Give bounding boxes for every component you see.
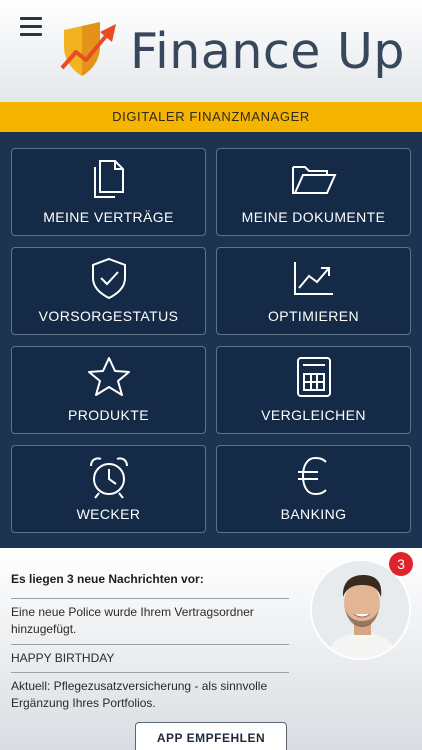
euro-icon <box>297 456 327 496</box>
tile-banking[interactable]: BANKING <box>216 445 411 533</box>
tile-label: OPTIMIEREN <box>267 308 360 324</box>
tile-produkte[interactable]: PRODUKTE <box>11 346 206 434</box>
news-item[interactable]: HAPPY BIRTHDAY <box>11 644 289 667</box>
notification-badge: 3 <box>389 552 413 576</box>
tile-wecker[interactable]: WECKER <box>11 445 206 533</box>
folder-icon <box>291 166 337 194</box>
app-title: Finance Up <box>130 23 406 80</box>
tile-vorsorgestatus[interactable]: VORSORGESTATUS <box>11 247 206 335</box>
tile-meine-dokumente[interactable]: MEINE DOKUMENTE <box>216 148 411 236</box>
alarm-clock-icon <box>89 457 128 499</box>
recommend-app-button[interactable]: APP EMPFEHLEN <box>135 722 287 750</box>
star-icon <box>87 357 130 396</box>
news-item[interactable]: Aktuell: Pflegezusatzversicherung - als … <box>11 672 289 712</box>
tile-label: BANKING <box>280 506 347 522</box>
menu-grid: MEINE VERTRÄGE MEINE DOKUMENTE VORSORGES… <box>0 132 422 548</box>
shield-chart-logo-icon <box>60 22 116 76</box>
tile-optimieren[interactable]: OPTIMIEREN <box>216 247 411 335</box>
person-photo <box>312 561 409 658</box>
subtitle-banner: DIGITALER FINANZMANAGER <box>0 102 422 132</box>
shield-check-icon <box>91 257 126 300</box>
hamburger-menu-icon[interactable] <box>20 17 42 37</box>
trending-up-chart-icon <box>293 262 333 295</box>
tile-label: MEINE VERTRÄGE <box>43 209 174 225</box>
documents-copy-icon <box>93 160 124 198</box>
news-item[interactable]: Eine neue Police wurde Ihrem Vertragsord… <box>11 598 289 638</box>
news-title: Es liegen 3 neue Nachrichten vor: <box>11 572 204 586</box>
tile-vergleichen[interactable]: VERGLEICHEN <box>216 346 411 434</box>
tile-label: VERGLEICHEN <box>261 407 366 423</box>
tile-label: WECKER <box>76 506 141 522</box>
calculator-icon <box>296 357 331 397</box>
app-header: Finance Up <box>0 0 422 102</box>
tile-label: MEINE DOKUMENTE <box>241 209 386 225</box>
tile-label: PRODUKTE <box>68 407 149 423</box>
tile-meine-vertraege[interactable]: MEINE VERTRÄGE <box>11 148 206 236</box>
tile-label: VORSORGESTATUS <box>38 308 179 324</box>
